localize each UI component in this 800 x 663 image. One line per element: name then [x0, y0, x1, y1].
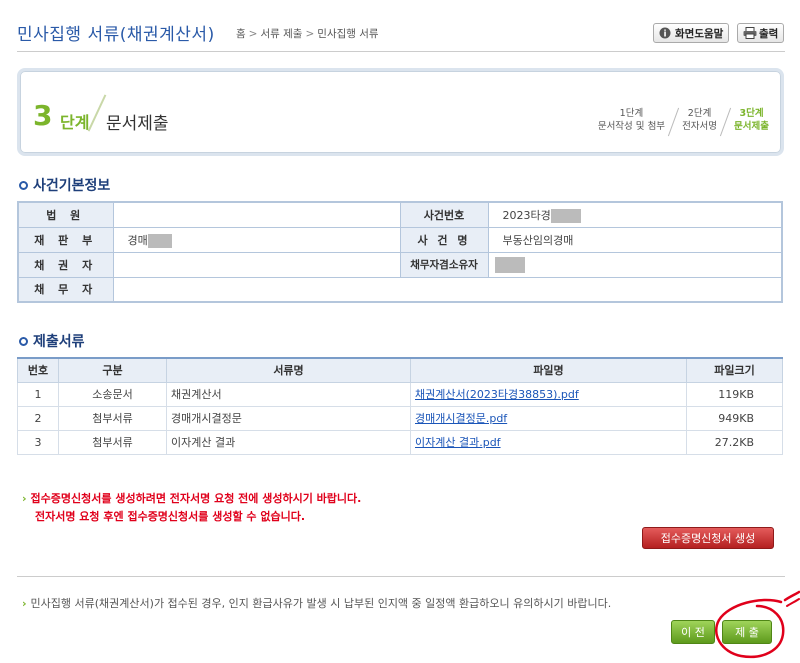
case-no-value: 2023타경	[502, 208, 551, 222]
debtor-value	[112, 276, 783, 303]
breadcrumb-civil-exec[interactable]: 민사집행 서류	[317, 28, 378, 40]
doc-type: 첨부서류	[58, 429, 167, 455]
court-label: 법 원	[17, 201, 114, 228]
refund-note: › 민사집행 서류(채권계산서)가 접수된 경우, 인지 환급사유가 발생 시 납…	[22, 595, 611, 611]
table-row: 법 원 사건번호 2023타경	[17, 201, 783, 228]
print-button[interactable]: 출력	[737, 23, 785, 43]
division-label: 재 판 부	[17, 226, 114, 253]
doc-file-link[interactable]: 경매개시결정문.pdf	[415, 412, 507, 425]
debtor-owner-cell	[487, 251, 783, 278]
step-name: 문서제출	[106, 114, 169, 134]
warning-message: › 접수증명신청서를 생성하려면 전자서명 요청 전에 생성하시기 바랍니다. 전…	[22, 490, 361, 526]
breadcrumb: 홈 > 서류 제출 > 민사집행 서류	[236, 28, 379, 40]
doc-no: 2	[17, 405, 59, 431]
warning-line-2: 전자서명 요청 후엔 접수증명신청서를 생성할 수 없습니다.	[35, 510, 306, 523]
help-icon: i	[659, 27, 671, 40]
creditor-value	[112, 251, 401, 278]
case-info-heading: 사건기본정보	[19, 175, 110, 195]
prev-button[interactable]: 이 전	[671, 620, 715, 644]
redaction-mask	[550, 208, 581, 223]
case-name-label: 사 건 명	[399, 226, 489, 253]
doc-name: 채권계산서	[166, 381, 411, 407]
doc-name: 이자계산 결과	[166, 429, 411, 455]
help-label: 화면도움말	[675, 27, 724, 40]
step-3: 3단계 문서제출	[734, 108, 769, 132]
doc-size: 119KB	[686, 381, 783, 407]
division-value: 경매	[127, 233, 148, 247]
case-name-value: 부동산임의경매	[487, 226, 783, 253]
step-number: 3	[33, 99, 53, 132]
table-row: 1 소송문서 채권계산서 채권계산서(2023타경38853).pdf 119K…	[17, 381, 783, 407]
doc-size: 949KB	[686, 405, 783, 431]
section-bullet-icon	[19, 180, 28, 190]
section-bullet-icon	[19, 336, 28, 346]
step-indicator: 3 단계 문서제출 1단계 문서작성 및 첨부 2단계 전자서명 3단계 문서제출	[17, 68, 784, 156]
court-value	[112, 201, 401, 228]
print-label: 출력	[759, 27, 779, 40]
doc-file-link[interactable]: 채권계산서(2023타경38853).pdf	[415, 388, 579, 401]
header-divider	[17, 51, 785, 52]
page-title: 민사집행 서류(채권계산서)	[17, 25, 215, 45]
col-header-type: 구분	[58, 357, 167, 383]
page-header: 민사집행 서류(채권계산서) 홈 > 서류 제출 > 민사집행 서류 i 화면도움말 출…	[0, 0, 800, 52]
note-divider	[17, 576, 785, 577]
svg-text:i: i	[663, 30, 666, 40]
help-button[interactable]: i 화면도움말	[653, 23, 730, 43]
table-header-row: 번호 구분 서류명 파일명 파일크기	[17, 357, 783, 383]
breadcrumb-doc-submit[interactable]: 서류 제출	[260, 28, 302, 40]
debtor-label: 채 무 자	[17, 276, 114, 303]
printer-icon	[743, 27, 757, 39]
step-2: 2단계 전자서명	[682, 108, 718, 132]
case-info-table: 법 원 사건번호 2023타경 재 판 부 경매 사 건 명 부동산임의경매 채…	[17, 201, 783, 303]
doc-size: 27.2KB	[686, 429, 783, 455]
table-row: 채 권 자 채무자겸소유자	[17, 251, 783, 278]
refund-note-text: 민사집행 서류(채권계산서)가 접수된 경우, 인지 환급사유가 발생 시 납부…	[30, 597, 612, 610]
col-header-no: 번호	[17, 357, 59, 383]
col-header-name: 서류명	[166, 357, 411, 383]
annotation-circle	[715, 590, 800, 659]
step-1: 1단계 문서작성 및 첨부	[597, 108, 666, 132]
breadcrumb-home[interactable]: 홈	[236, 28, 246, 40]
case-no-label: 사건번호	[399, 201, 489, 228]
doc-type: 소송문서	[58, 381, 167, 407]
division-cell: 경매	[112, 226, 401, 253]
documents-table: 번호 구분 서류명 파일명 파일크기 1 소송문서 채권계산서 채권계산서(20…	[17, 357, 783, 455]
doc-type: 첨부서류	[58, 405, 167, 431]
debtor-owner-label: 채무자겸소유자	[399, 251, 489, 278]
redaction-mask	[494, 256, 525, 273]
documents-heading: 제출서류	[19, 331, 85, 351]
arrow-bullet-icon: ›	[22, 492, 27, 505]
table-row: 2 첨부서류 경매개시결정문 경매개시결정문.pdf 949KB	[17, 405, 783, 431]
doc-no: 1	[17, 381, 59, 407]
step-word: 단계	[60, 113, 90, 132]
doc-file-link[interactable]: 이자계산 결과.pdf	[415, 436, 501, 449]
col-header-size: 파일크기	[686, 357, 783, 383]
table-row: 채 무 자	[17, 276, 783, 303]
case-no-cell: 2023타경	[487, 201, 783, 228]
generate-receipt-button[interactable]: 접수증명신청서 생성	[642, 527, 774, 549]
step-progress: 1단계 문서작성 및 첨부 2단계 전자서명 3단계 문서제출	[592, 107, 775, 137]
doc-no: 3	[17, 429, 59, 455]
warning-line-1: 접수증명신청서를 생성하려면 전자서명 요청 전에 생성하시기 바랍니다.	[30, 492, 362, 505]
table-row: 3 첨부서류 이자계산 결과 이자계산 결과.pdf 27.2KB	[17, 429, 783, 455]
col-header-file: 파일명	[410, 357, 687, 383]
table-row: 재 판 부 경매 사 건 명 부동산임의경매	[17, 226, 783, 253]
doc-name: 경매개시결정문	[166, 405, 411, 431]
redaction-mask	[147, 233, 172, 248]
creditor-label: 채 권 자	[17, 251, 114, 278]
arrow-bullet-icon: ›	[22, 597, 27, 610]
